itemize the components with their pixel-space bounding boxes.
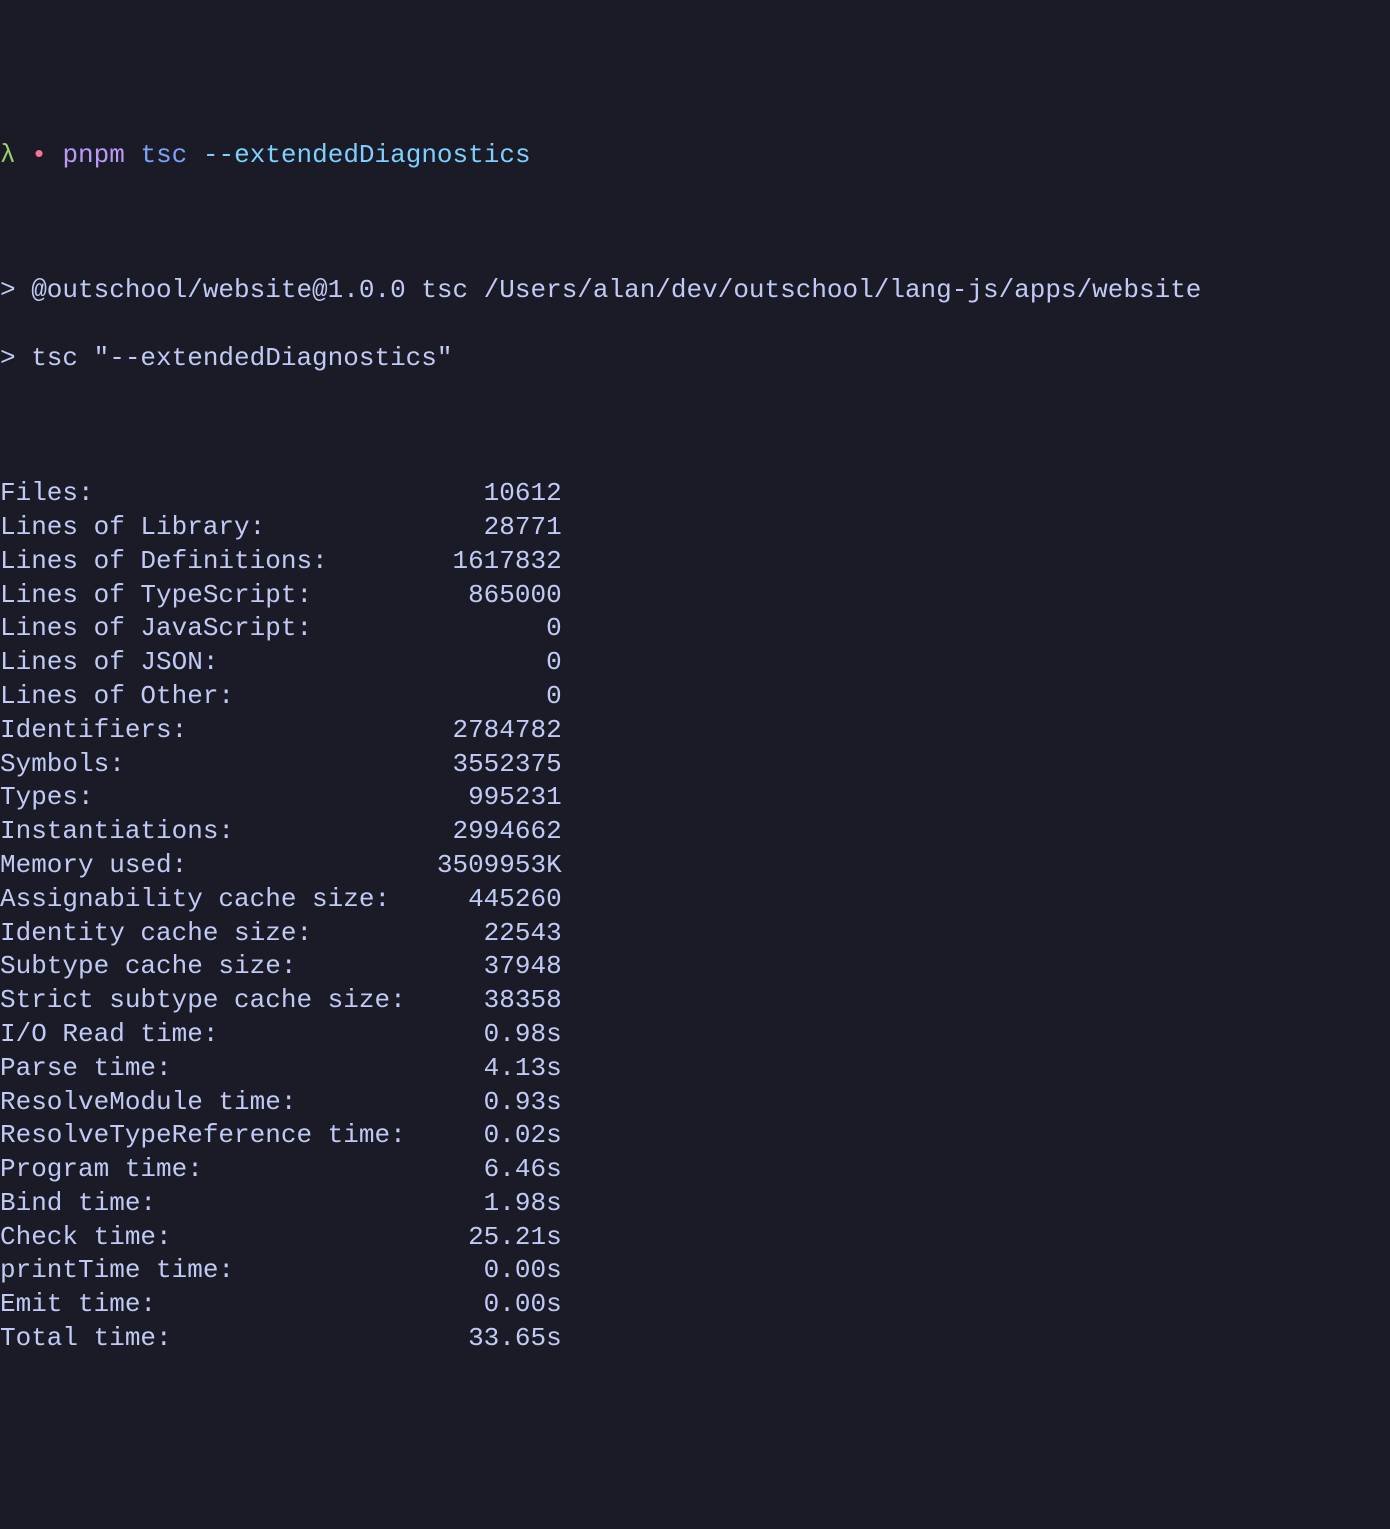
diagnostics-output: Files: 10612Lines of Library: 28771Lines… bbox=[0, 477, 1390, 1356]
diagnostic-row: Lines of Definitions: 1617832 bbox=[0, 545, 1390, 579]
diagnostic-label: Lines of Definitions: bbox=[0, 545, 437, 579]
diagnostic-row: Lines of Other: 0 bbox=[0, 680, 1390, 714]
diagnostic-value: 0.98s bbox=[437, 1018, 562, 1052]
diagnostic-label: Parse time: bbox=[0, 1052, 437, 1086]
blank-line bbox=[0, 410, 1390, 444]
diagnostic-row: I/O Read time: 0.98s bbox=[0, 1018, 1390, 1052]
diagnostic-row: Instantiations: 2994662 bbox=[0, 815, 1390, 849]
diagnostic-value: 0.00s bbox=[437, 1254, 562, 1288]
diagnostic-label: Strict subtype cache size: bbox=[0, 984, 437, 1018]
diagnostic-label: Lines of JavaScript: bbox=[0, 612, 437, 646]
diagnostic-label: Instantiations: bbox=[0, 815, 437, 849]
diagnostic-label: Lines of TypeScript: bbox=[0, 579, 437, 613]
diagnostic-row: printTime time: 0.00s bbox=[0, 1254, 1390, 1288]
diagnostic-row: Memory used: 3509953K bbox=[0, 849, 1390, 883]
diagnostic-label: Subtype cache size: bbox=[0, 950, 437, 984]
diagnostic-value: 0 bbox=[437, 680, 562, 714]
diagnostic-value: 2784782 bbox=[437, 714, 562, 748]
diagnostic-value: 0 bbox=[437, 612, 562, 646]
diagnostic-row: Identity cache size: 22543 bbox=[0, 917, 1390, 951]
diagnostic-value: 6.46s bbox=[437, 1153, 562, 1187]
diagnostic-row: Lines of Library: 28771 bbox=[0, 511, 1390, 545]
diagnostic-label: Assignability cache size: bbox=[0, 883, 437, 917]
diagnostic-label: ResolveModule time: bbox=[0, 1086, 437, 1120]
diagnostic-row: Assignability cache size: 445260 bbox=[0, 883, 1390, 917]
diagnostic-value: 1.98s bbox=[437, 1187, 562, 1221]
diagnostic-label: Bind time: bbox=[0, 1187, 437, 1221]
diagnostic-value: 38358 bbox=[437, 984, 562, 1018]
diagnostic-value: 445260 bbox=[437, 883, 562, 917]
diagnostic-value: 10612 bbox=[437, 477, 562, 511]
diagnostic-label: ResolveTypeReference time: bbox=[0, 1119, 437, 1153]
diagnostic-row: Lines of TypeScript: 865000 bbox=[0, 579, 1390, 613]
diagnostic-value: 37948 bbox=[437, 950, 562, 984]
terminal-prompt[interactable]: λ • pnpm tsc --extendedDiagnostics bbox=[0, 139, 1390, 173]
diagnostic-label: Lines of Other: bbox=[0, 680, 437, 714]
diagnostic-label: Identifiers: bbox=[0, 714, 437, 748]
diagnostic-row: Types: 995231 bbox=[0, 781, 1390, 815]
diagnostic-label: Program time: bbox=[0, 1153, 437, 1187]
diagnostic-label: I/O Read time: bbox=[0, 1018, 437, 1052]
diagnostic-row: Emit time: 0.00s bbox=[0, 1288, 1390, 1322]
diagnostic-value: 0.00s bbox=[437, 1288, 562, 1322]
diagnostic-label: Lines of Library: bbox=[0, 511, 437, 545]
diagnostic-value: 33.65s bbox=[437, 1322, 562, 1356]
diagnostic-value: 0.93s bbox=[437, 1086, 562, 1120]
diagnostic-value: 2994662 bbox=[437, 815, 562, 849]
command-flag: --extendedDiagnostics bbox=[203, 139, 531, 173]
diagnostic-label: Check time: bbox=[0, 1221, 437, 1255]
diagnostic-row: Symbols: 3552375 bbox=[0, 748, 1390, 782]
diagnostic-label: Memory used: bbox=[0, 849, 437, 883]
diagnostic-label: Identity cache size: bbox=[0, 917, 437, 951]
diagnostic-row: Strict subtype cache size: 38358 bbox=[0, 984, 1390, 1018]
npm-output-line-1: > @outschool/website@1.0.0 tsc /Users/al… bbox=[0, 274, 1390, 308]
diagnostic-row: Lines of JavaScript: 0 bbox=[0, 612, 1390, 646]
command-pnpm: pnpm bbox=[62, 139, 124, 173]
diagnostic-row: Program time: 6.46s bbox=[0, 1153, 1390, 1187]
diagnostic-label: printTime time: bbox=[0, 1254, 437, 1288]
diagnostic-value: 1617832 bbox=[437, 545, 562, 579]
diagnostic-label: Types: bbox=[0, 781, 437, 815]
diagnostic-value: 28771 bbox=[437, 511, 562, 545]
diagnostic-value: 3509953K bbox=[437, 849, 562, 883]
diagnostic-value: 25.21s bbox=[437, 1221, 562, 1255]
prompt-lambda: λ bbox=[0, 139, 16, 173]
command-tsc: tsc bbox=[140, 139, 187, 173]
diagnostic-row: ResolveModule time: 0.93s bbox=[0, 1086, 1390, 1120]
blank-line bbox=[0, 207, 1390, 241]
diagnostic-row: Check time: 25.21s bbox=[0, 1221, 1390, 1255]
diagnostic-label: Files: bbox=[0, 477, 437, 511]
diagnostic-value: 4.13s bbox=[437, 1052, 562, 1086]
npm-output-line-2: > tsc "--extendedDiagnostics" bbox=[0, 342, 1390, 376]
diagnostic-value: 3552375 bbox=[437, 748, 562, 782]
diagnostic-row: Parse time: 4.13s bbox=[0, 1052, 1390, 1086]
diagnostic-row: ResolveTypeReference time: 0.02s bbox=[0, 1119, 1390, 1153]
diagnostic-value: 865000 bbox=[437, 579, 562, 613]
diagnostic-row: Total time: 33.65s bbox=[0, 1322, 1390, 1356]
diagnostic-label: Total time: bbox=[0, 1322, 437, 1356]
diagnostic-row: Files: 10612 bbox=[0, 477, 1390, 511]
diagnostic-row: Lines of JSON: 0 bbox=[0, 646, 1390, 680]
diagnostic-row: Identifiers: 2784782 bbox=[0, 714, 1390, 748]
diagnostic-value: 0 bbox=[437, 646, 562, 680]
diagnostic-label: Emit time: bbox=[0, 1288, 437, 1322]
diagnostic-label: Lines of JSON: bbox=[0, 646, 437, 680]
diagnostic-label: Symbols: bbox=[0, 748, 437, 782]
diagnostic-row: Subtype cache size: 37948 bbox=[0, 950, 1390, 984]
diagnostic-row: Bind time: 1.98s bbox=[0, 1187, 1390, 1221]
diagnostic-value: 22543 bbox=[437, 917, 562, 951]
prompt-bullet: • bbox=[31, 139, 47, 173]
diagnostic-value: 0.02s bbox=[437, 1119, 562, 1153]
diagnostic-value: 995231 bbox=[437, 781, 562, 815]
